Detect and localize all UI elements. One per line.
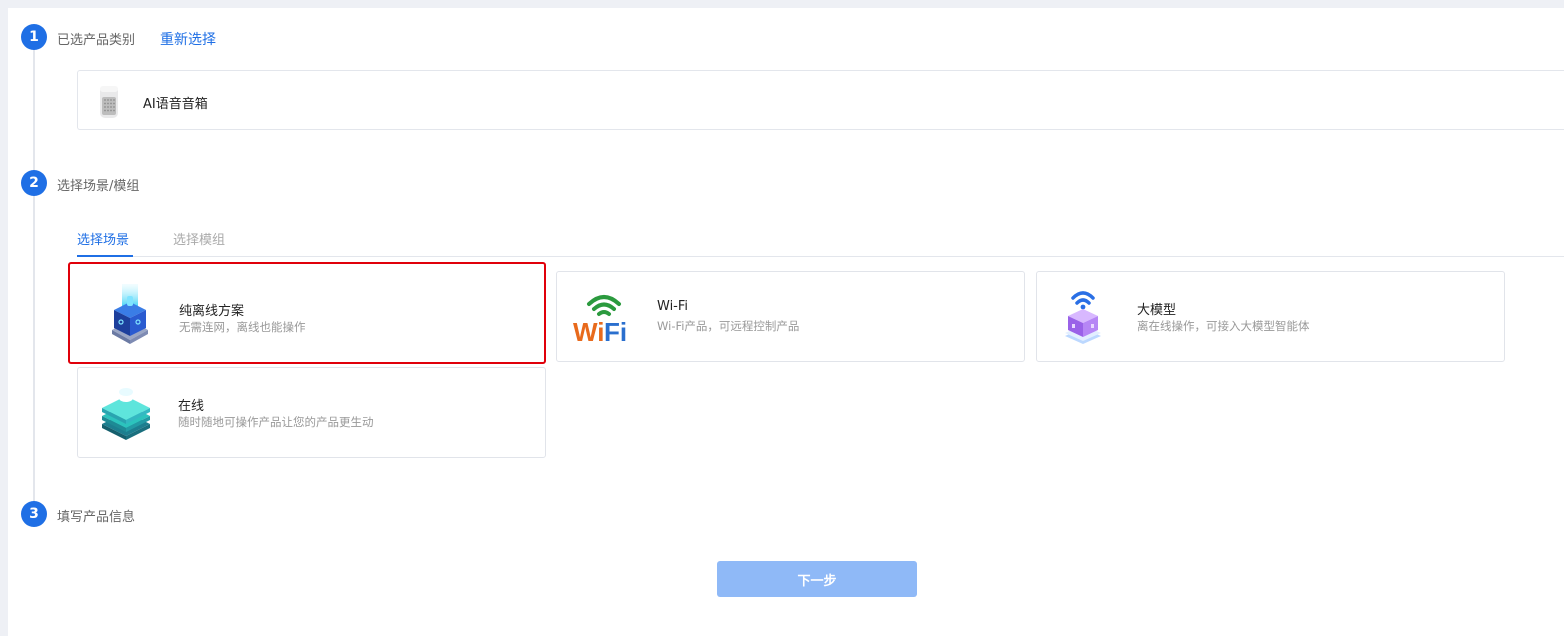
scenario-title: 大模型 [1137,303,1177,318]
step-1-title: 已选产品类别 [57,33,136,48]
offline-cube-icon [112,284,148,344]
scenario-card-large-model[interactable]: 大模型 离在线操作，可接入大模型智能体 [1036,271,1505,362]
scenario-title: 纯离线方案 [179,304,245,319]
tab-select-module[interactable]: 选择模组 [173,229,225,248]
svg-text:Fi: Fi [604,317,627,346]
step-3-title: 填写产品信息 [57,510,136,525]
scenario-desc: 离在线操作，可接入大模型智能体 [1137,319,1310,333]
scenario-title: Wi-Fi [657,299,689,314]
step-2-badge: 2 [21,170,47,196]
selected-product-card: AI语音音箱 [77,70,1564,130]
step-3-badge: 3 [21,501,47,527]
scenario-desc: 无需连网，离线也能操作 [179,320,306,334]
selected-product-name: AI语音音箱 [143,97,208,112]
active-tab-underline [77,255,133,257]
tab-select-scenario[interactable]: 选择场景 [77,229,129,248]
smart-speaker-icon [100,86,118,118]
ai-model-cube-icon [1065,291,1101,344]
online-stack-icon [102,388,150,440]
scenario-card-online[interactable]: 在线 随时随地可操作产品让您的产品更生动 [77,367,546,458]
scenario-card-wifi[interactable]: Wi Fi Wi-Fi Wi-Fi产品，可远程控制产品 [556,271,1025,362]
step-timeline-line [33,46,35,506]
scenario-title: 在线 [178,399,205,414]
wifi-logo-icon: Wi Fi [573,295,627,346]
scenario-desc: Wi-Fi产品，可远程控制产品 [657,319,800,333]
step-2-title: 选择场景/模组 [57,179,140,194]
svg-text:Wi: Wi [573,317,605,346]
scenario-tabs: 选择场景 选择模组 [77,226,1564,257]
step-1-badge: 1 [21,24,47,50]
scenario-card-offline[interactable]: 纯离线方案 无需连网，离线也能操作 [68,262,546,364]
scenario-desc: 随时随地可操作产品让您的产品更生动 [178,415,374,429]
reselect-link[interactable]: 重新选择 [160,29,216,49]
next-step-button[interactable]: 下一步 [717,561,917,597]
